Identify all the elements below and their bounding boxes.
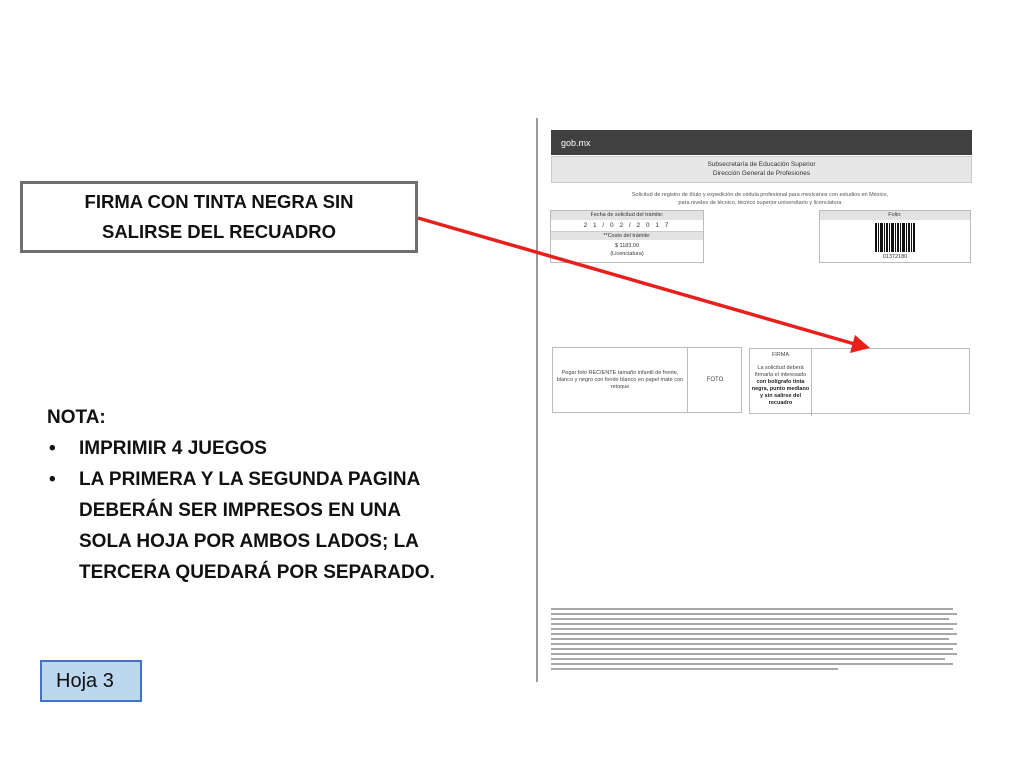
form-description: Solicitud de registro de título y expedi… — [600, 191, 920, 207]
signature-box: FIRMA La solicitud deberá firmarla el in… — [749, 348, 970, 416]
note-item: • IMPRIMIR 4 JUEGOS — [47, 433, 447, 464]
cost-label: **Costo del trámite: — [551, 232, 703, 240]
callout-line-2: SALIRSE DEL RECUADRO — [101, 221, 336, 242]
note-section: NOTA: • IMPRIMIR 4 JUEGOS • LA PRIMERA Y… — [47, 402, 447, 588]
note-item: • LA PRIMERA Y LA SEGUNDA PAGINA DEBERÁN… — [47, 464, 447, 588]
description-line-1: Solicitud de registro de título y expedi… — [631, 192, 889, 198]
folio-label: Folio: — [820, 211, 970, 220]
note-heading: NOTA: — [47, 407, 106, 428]
document-edge — [536, 118, 538, 682]
cost-value: $ 1183.00 (Licenciatura) — [551, 240, 703, 258]
bullet-icon: • — [49, 438, 56, 459]
bullet-icon: • — [49, 469, 56, 490]
gob-logo-text: gob.mx — [561, 137, 591, 148]
sheet-label: Hoja 3 — [40, 660, 142, 702]
cost-amount: $ 1183.00 — [614, 243, 640, 249]
photo-box: Pegar foto RECIENTE tamaño infantil de f… — [552, 347, 742, 413]
signature-label: FIRMA — [771, 352, 790, 358]
gob-header-bar: gob.mx — [551, 130, 972, 155]
folio-number: 01372180 — [882, 254, 908, 260]
callout-line-1: FIRMA CON TINTA NEGRA SIN — [84, 191, 354, 212]
signature-text-1: La solicitud deberá firmarla el interesa… — [754, 365, 807, 378]
note-item-text: LA PRIMERA Y LA SEGUNDA PAGINA DEBERÁN S… — [79, 469, 435, 583]
photo-area: FOTO — [706, 377, 724, 383]
date-cost-box: Fecha de solicitud del trámite: 2 1 / 0 … — [550, 210, 704, 263]
direccion-text: Dirección General de Profesiones — [712, 170, 811, 177]
subsecretaria-text: Subsecretaría de Educación Superior — [707, 161, 816, 168]
date-label: Fecha de solicitud del trámite: — [551, 211, 703, 220]
note-item-text: IMPRIMIR 4 JUEGOS — [79, 438, 267, 459]
signature-instruction-callout: FIRMA CON TINTA NEGRA SIN SALIRSE DEL RE… — [20, 181, 418, 253]
description-line-2: para niveles de técnico, técnico superio… — [678, 200, 842, 206]
date-value: 2 1 / 0 2 / 2 0 1 7 — [551, 220, 703, 232]
legal-fine-print — [551, 608, 961, 673]
signature-text-2: con bolígrafo tinta negra, punto mediano… — [751, 379, 810, 406]
sheet-label-text: Hoja 3 — [56, 669, 114, 692]
barcode-icon — [875, 223, 915, 252]
signature-instructions: FIRMA La solicitud deberá firmarla el in… — [750, 349, 812, 416]
folio-box: Folio: 01372180 — [819, 210, 971, 263]
note-list: • IMPRIMIR 4 JUEGOS • LA PRIMERA Y LA SE… — [47, 433, 447, 588]
agency-header: Subsecretaría de Educación Superior Dire… — [551, 156, 972, 183]
photo-instructions: Pegar foto RECIENTE tamaño infantil de f… — [553, 348, 688, 412]
cost-level: (Licenciatura) — [610, 251, 644, 257]
